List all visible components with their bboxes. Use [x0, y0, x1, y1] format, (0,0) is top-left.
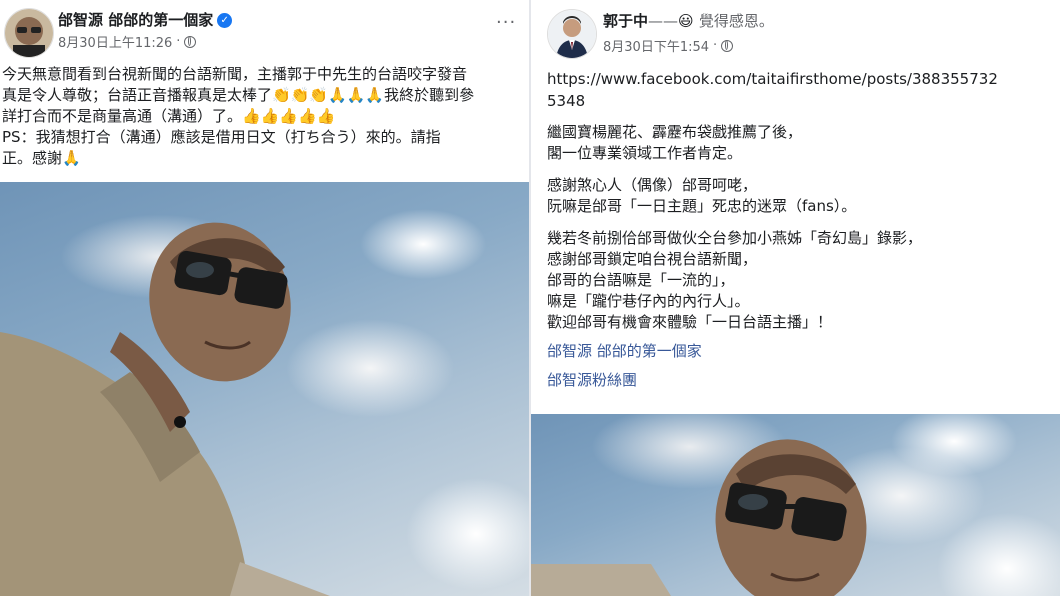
text-line: 今天無意間看到台視新聞的台語新聞，主播郭于中先生的台語咬字發音 [2, 65, 468, 83]
feeling-text: 覺得感恩。 [698, 12, 774, 30]
text-line: 真是令人尊敬；台語正音播報真是太棒了👏👏👏🙏🙏🙏我終於聽到參 [2, 86, 475, 104]
text-line: 感謝邰哥鎖定咱台視台語新聞， [547, 250, 758, 268]
text-line: 詳打合而不是商量高通（溝通）了。👍👍👍👍👍 [2, 107, 336, 125]
verified-badge-icon: ✓ [217, 13, 233, 28]
globe-icon[interactable] [184, 35, 197, 48]
left-post: 邰智源 邰邰的第一個家 ✓ 8月30日上午11:26 · ··· 今天無意間看到台… [0, 0, 529, 596]
left-meta: 8月30日上午11:26 · [58, 32, 197, 51]
text-line: 嘛是「躘佇巷仔內的內行人」。 [547, 292, 750, 310]
right-post-body: 繼國寶楊麗花、霹靂布袋戲推薦了後， 閣一位專業領域工作者肯定。 感謝煞心人（偶像… [547, 122, 1057, 391]
selfie-figure [531, 439, 867, 596]
meta-separator: · [713, 38, 718, 53]
right-post: 郭于中——😃 覺得感恩。 8月30日下午1:54 · https://www.f… [531, 0, 1060, 596]
left-timestamp[interactable]: 8月30日上午11:26 [58, 32, 172, 51]
globe-icon[interactable] [721, 39, 734, 52]
right-author-avatar[interactable] [547, 9, 597, 59]
text-line: PS：我猜想打合（溝通）應該是借用日文（打ち合う）來的。請指 [2, 128, 441, 146]
feeling-emoji-icon: 😃 [678, 12, 694, 30]
right-author-name[interactable]: 郭于中 [603, 12, 648, 30]
tag-link-fanclub[interactable]: 邰智源粉絲團 [547, 370, 1057, 391]
right-author-row: 郭于中——😃 覺得感恩。 [603, 10, 774, 31]
text-line: 歡迎邰哥有機會來體驗「一日台語主播」！ [547, 313, 833, 331]
left-author-avatar[interactable] [4, 8, 54, 58]
right-meta: 8月30日下午1:54 · [603, 36, 734, 55]
feeling-dash: —— [648, 12, 679, 30]
text-line: 繼國寶楊麗花、霹靂布袋戲推薦了後， [547, 123, 803, 141]
left-post-photo[interactable] [0, 182, 529, 596]
text-line: 幾若冬前捌佮邰哥做伙仝台參加小燕姊「奇幻島」錄影， [547, 229, 923, 247]
text-line: 邰哥的台語嘛是「一流的」， [547, 271, 735, 289]
text-line: 閣一位專業領域工作者肯定。 [547, 144, 743, 162]
right-post-url[interactable]: https://www.facebook.com/taitaifirsthome… [547, 68, 1057, 112]
tag-link-page[interactable]: 邰智源 邰邰的第一個家 [547, 341, 1057, 362]
text-line: 感謝煞心人（偶像）邰哥呵咾， [547, 176, 758, 194]
more-options-icon[interactable]: ··· [496, 12, 516, 33]
text-line: 阮嘛是邰哥「一日主題」死忠的迷眾（fans）。 [547, 197, 857, 215]
right-timestamp[interactable]: 8月30日下午1:54 [603, 36, 709, 55]
right-post-photo[interactable] [531, 414, 1060, 596]
url-line[interactable]: https://www.facebook.com/taitaifirsthome… [547, 68, 1057, 90]
left-author-name[interactable]: 邰智源 邰邰的第一個家 [58, 11, 213, 29]
meta-separator: · [176, 34, 181, 49]
selfie-figure [0, 222, 330, 596]
url-line[interactable]: 5348 [547, 90, 1057, 112]
text-line: 正。感謝🙏 [2, 149, 81, 167]
left-post-text: 今天無意間看到台視新聞的台語新聞，主播郭于中先生的台語咬字發音 真是令人尊敬；台… [2, 64, 527, 169]
left-author-name-row: 邰智源 邰邰的第一個家 ✓ [58, 9, 233, 30]
